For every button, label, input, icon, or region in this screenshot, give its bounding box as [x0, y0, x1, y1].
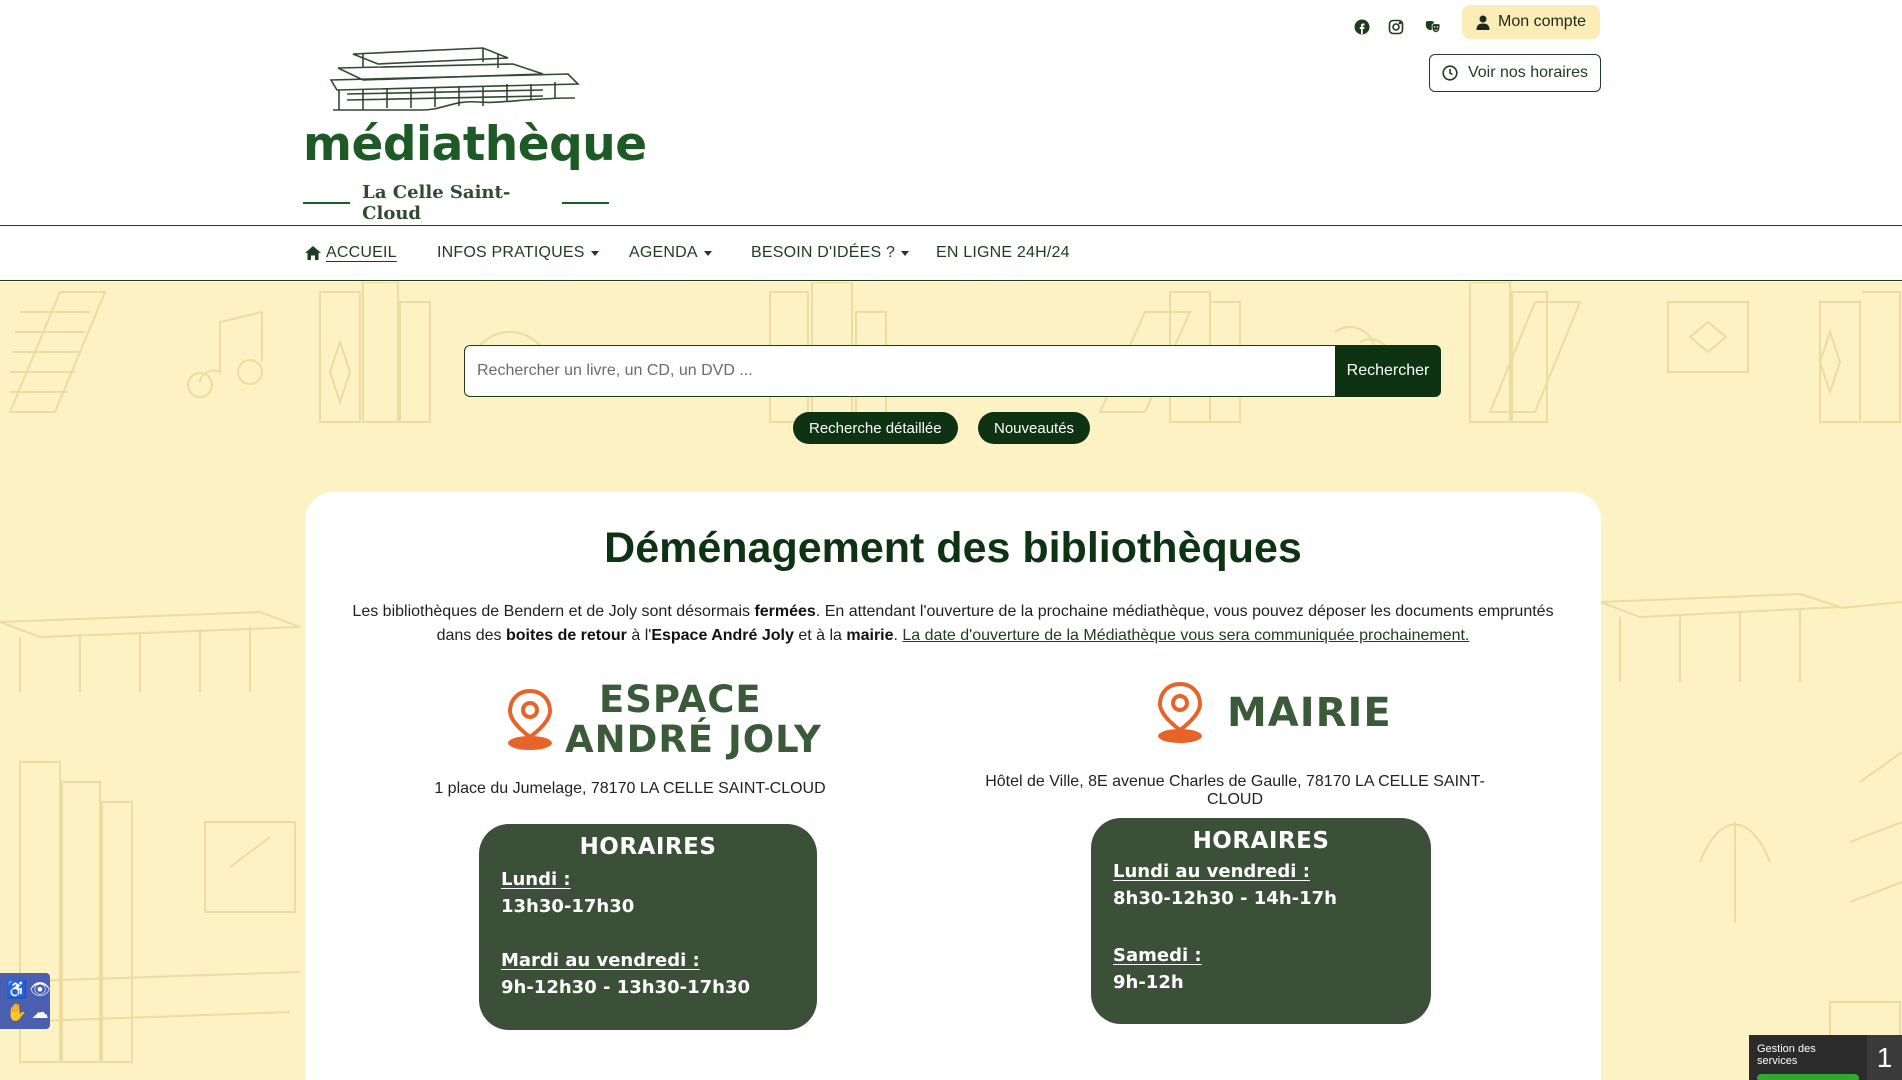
search-input[interactable] — [464, 345, 1335, 397]
facebook-icon[interactable] — [1349, 14, 1375, 40]
site-logo[interactable]: médiathèque La Celle Saint-Cloud — [303, 40, 647, 224]
account-button[interactable]: Mon compte — [1462, 5, 1601, 39]
hours-box-espace-andre-joly: HORAIRES Lundi : 13h30-17h30 Mardi au ve… — [479, 824, 817, 1030]
caret-down-icon — [703, 250, 712, 256]
instagram-icon[interactable] — [1383, 14, 1409, 40]
home-icon — [305, 246, 321, 260]
account-button-label: Mon compte — [1498, 13, 1587, 30]
location-name: ESPACE ANDRÉ JOLY — [565, 680, 822, 760]
accessibility-widget[interactable]: ♿ 👁 ✋ ☁ — [0, 973, 51, 1029]
hours-day: Samedi : — [1113, 945, 1202, 966]
location-name-line1: ESPACE — [599, 678, 762, 721]
logo-subtitle-text: La Celle Saint-Cloud — [362, 182, 511, 224]
nav-item-agenda[interactable]: AGENDA — [629, 244, 712, 262]
wheelchair-icon: ♿ — [6, 979, 28, 999]
nav-item-infos-pratiques[interactable]: INFOS PRATIQUES — [437, 244, 599, 262]
advanced-search-button[interactable]: Recherche détaillée — [793, 412, 958, 444]
nav-item-en-ligne[interactable]: EN LIGNE 24H/24 — [936, 244, 1070, 262]
opening-date-link[interactable]: La date d'ouverture de la Médiathèque vo… — [902, 627, 1469, 644]
notice-text: Les bibliothèques de Bendern et de Joly … — [345, 600, 1561, 648]
nav-item-label: BESOIN D'IDÉES ? — [751, 244, 896, 261]
hours-time: 9h-12h30 - 13h30-17h30 — [501, 977, 751, 998]
hours-time: 8h30-12h30 - 14h-17h — [1113, 888, 1337, 909]
catalog-search-bar: Rechercher — [464, 345, 1441, 397]
nav-item-accueil[interactable]: ACCUEIL — [304, 244, 397, 262]
location-address: 1 place du Jumelage, 78170 LA CELLE SAIN… — [434, 780, 826, 797]
caret-down-icon — [901, 250, 910, 256]
nav-item-label: EN LIGNE 24H/24 — [936, 244, 1070, 261]
notice-bold-fermees: fermées — [754, 603, 816, 620]
location-address: Hôtel de Ville, 8E avenue Charles de Gau… — [985, 773, 1485, 808]
nav-item-besoin-d-idees[interactable]: BESOIN D'IDÉES ? — [751, 244, 910, 262]
cookie-count-badge[interactable]: 1 — [1867, 1035, 1902, 1080]
site-header: médiathèque La Celle Saint-Cloud Mon com… — [0, 0, 1902, 226]
hours-box-mairie: HORAIRES Lundi au vendredi : 8h30-12h30 … — [1091, 818, 1431, 1024]
cookie-services-label: Gestion des services — [1757, 1043, 1816, 1067]
notice-bold-boites: boites de retour — [506, 627, 627, 644]
caret-down-icon — [590, 250, 599, 256]
hours-day: Lundi au vendredi : — [1113, 861, 1310, 882]
cookie-status-bar — [1757, 1074, 1859, 1080]
logo-rule-right — [561, 202, 609, 204]
notice-text-part: Les bibliothèques de Bendern et de Joly … — [352, 603, 755, 620]
nav-item-label: ACCUEIL — [326, 244, 397, 261]
hours-day: Lundi : — [501, 869, 571, 890]
new-arrivals-button[interactable]: Nouveautés — [978, 412, 1091, 444]
hours-title: HORAIRES — [1192, 828, 1330, 854]
opening-hours-label: Voir nos horaires — [1467, 64, 1589, 81]
brain-icon: ☁ — [31, 1002, 49, 1022]
nav-item-label: AGENDA — [629, 244, 698, 261]
hours-title: HORAIRES — [579, 834, 717, 860]
hours-time: 13h30-17h30 — [501, 896, 635, 917]
logo-wordmark: médiathèque — [303, 117, 647, 172]
notice-bold-mairie: mairie — [846, 627, 894, 644]
library-building-logo-icon — [329, 47, 580, 111]
hours-day: Mardi au vendredi : — [501, 950, 700, 971]
logo-rule-left — [303, 202, 351, 204]
nav-item-label: INFOS PRATIQUES — [437, 244, 585, 261]
moving-notice-card: Déménagement des bibliothèques Les bibli… — [305, 492, 1601, 1080]
theater-masks-icon[interactable] — [1420, 14, 1446, 40]
user-icon — [1476, 15, 1490, 30]
notice-title: Déménagement des bibliothèques — [604, 524, 1302, 572]
location-name: MAIRIE — [1227, 690, 1392, 736]
opening-hours-button[interactable]: Voir nos horaires — [1429, 54, 1601, 92]
hours-time: 9h-12h — [1113, 972, 1184, 993]
search-button[interactable]: Rechercher — [1335, 345, 1441, 397]
map-pin-icon — [1155, 682, 1205, 744]
notice-text-part: à l' — [626, 627, 652, 644]
location-name-line2: ANDRÉ JOLY — [565, 718, 822, 761]
main-nav: ACCUEIL INFOS PRATIQUES AGENDA BESOIN D'… — [0, 227, 1902, 281]
hand-icon: ✋ — [6, 1002, 28, 1022]
clock-icon — [1442, 65, 1458, 81]
location-espace-andre-joly: ESPACE ANDRÉ JOLY — [505, 680, 822, 760]
eye-slash-icon: 👁 — [29, 979, 51, 999]
cookie-services-panel[interactable]: Gestion des services — [1749, 1035, 1867, 1080]
map-pin-icon — [505, 689, 555, 751]
logo-subtitle: La Celle Saint-Cloud — [303, 182, 609, 224]
notice-bold-espace: Espace André Joly — [651, 627, 794, 644]
location-mairie: MAIRIE — [1155, 682, 1392, 744]
notice-text-part: et à la — [793, 627, 847, 644]
